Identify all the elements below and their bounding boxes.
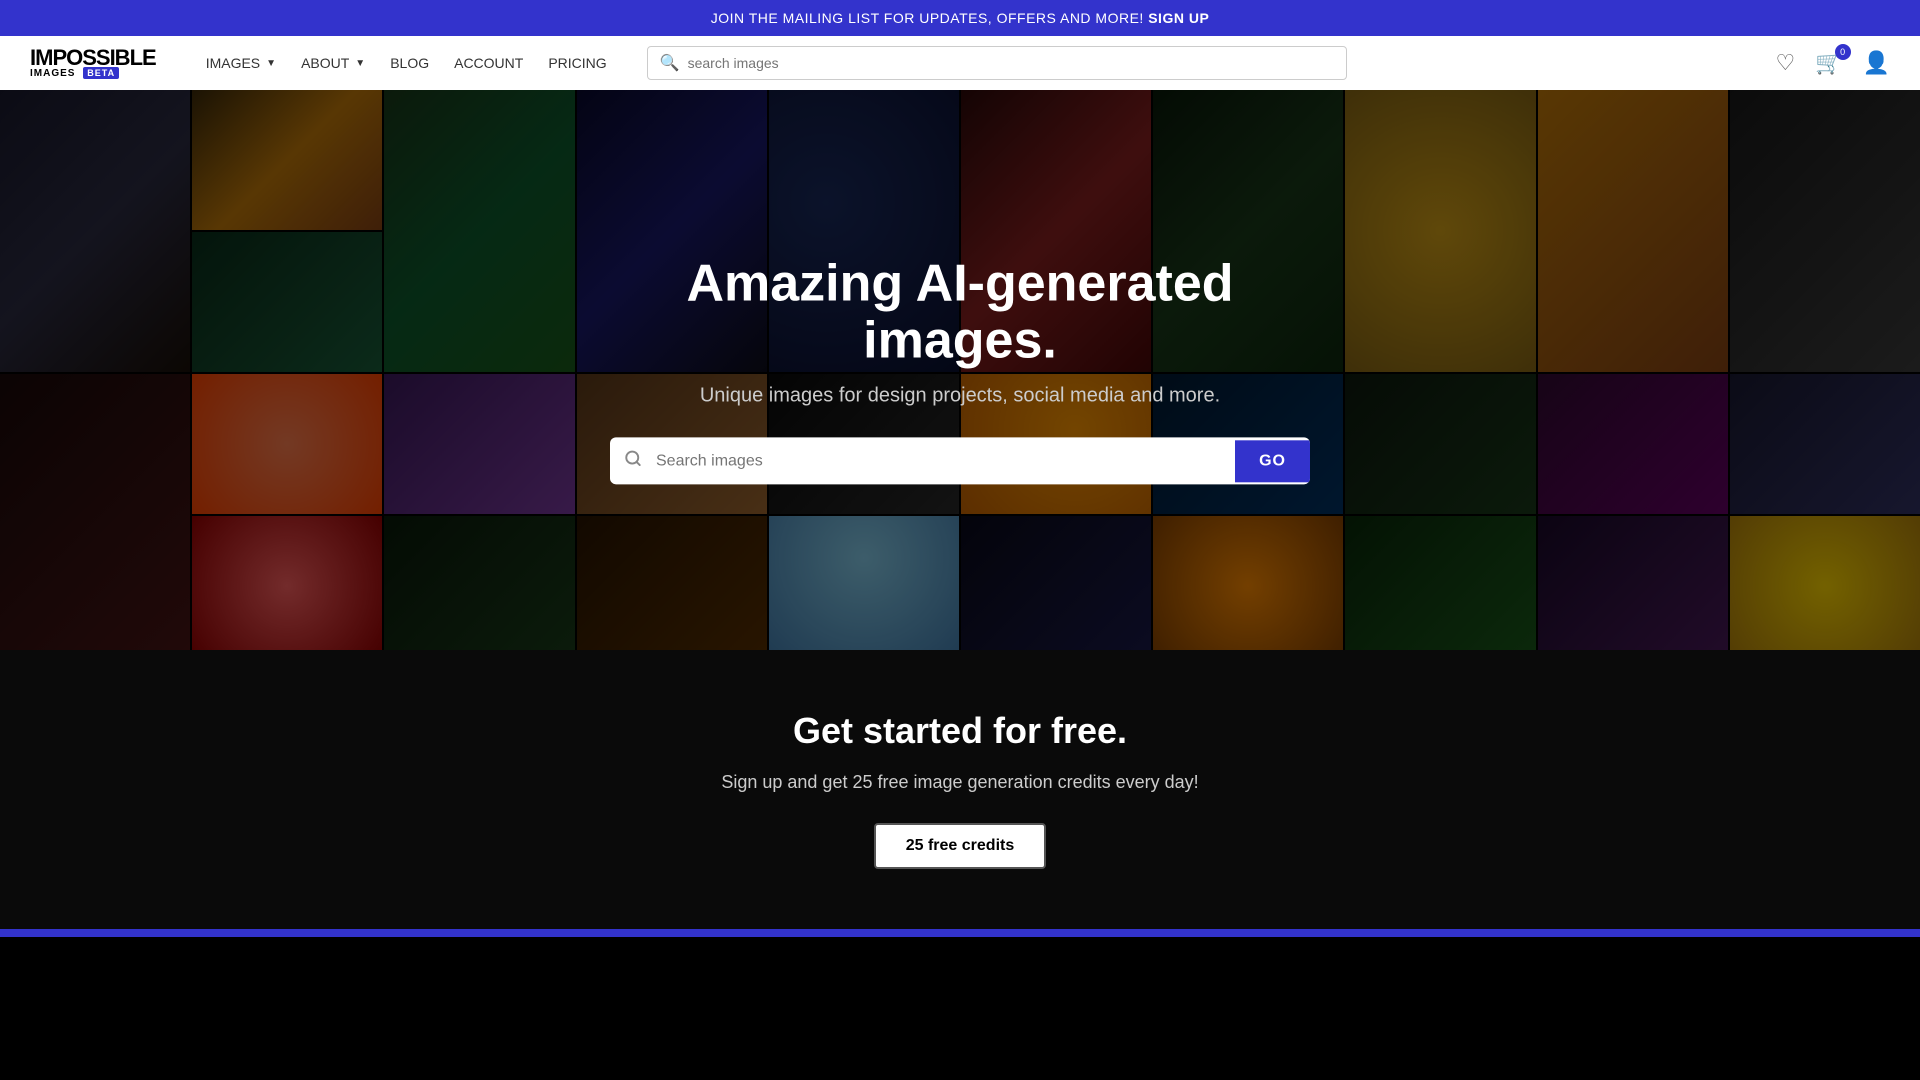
credits-button[interactable]: 25 free credits [874, 823, 1047, 869]
hero-search-input[interactable] [656, 440, 1235, 482]
top-banner: JOIN THE MAILING LIST FOR UPDATES, OFFER… [0, 0, 1920, 36]
navbar: IMPOSSIBLE IMAGES BETA IMAGES ▼ ABOUT ▼ … [0, 36, 1920, 90]
bottom-title: Get started for free. [20, 710, 1900, 752]
hero-search-bar: GO [610, 438, 1310, 485]
bottom-accent-bar [0, 929, 1920, 937]
nav-links: IMAGES ▼ ABOUT ▼ BLOG ACCOUNT PRICING [206, 55, 607, 71]
hero-title: Amazing AI-generated images. [610, 255, 1310, 369]
chevron-down-icon: ▼ [266, 58, 276, 69]
nav-search-input[interactable] [688, 55, 1334, 71]
cart-badge: 0 [1835, 44, 1851, 60]
hero-subtitle: Unique images for design projects, socia… [610, 385, 1310, 408]
nav-item-pricing[interactable]: PRICING [548, 55, 606, 71]
logo-top: IMPOSSIBLE [30, 47, 156, 69]
cart-icon[interactable]: 🛒 0 [1815, 50, 1842, 76]
nav-search-container: 🔍 [647, 46, 1347, 80]
nav-item-blog[interactable]: BLOG [390, 55, 429, 71]
logo-bottom: IMAGES BETA [30, 69, 156, 79]
nav-item-account[interactable]: ACCOUNT [454, 55, 523, 71]
logo-beta-badge: BETA [83, 67, 119, 79]
hero-section: Amazing AI-generated images. Unique imag… [0, 90, 1920, 650]
banner-text: JOIN THE MAILING LIST FOR UPDATES, OFFER… [711, 10, 1144, 26]
nav-item-images[interactable]: IMAGES ▼ [206, 55, 276, 71]
hero-content: Amazing AI-generated images. Unique imag… [610, 255, 1310, 484]
search-icon [610, 438, 656, 485]
nav-item-about[interactable]: ABOUT ▼ [301, 55, 365, 71]
bottom-section: Get started for free. Sign up and get 25… [0, 650, 1920, 929]
search-icon: 🔍 [660, 53, 680, 73]
hero-search-button[interactable]: GO [1235, 440, 1310, 482]
user-icon[interactable]: 👤 [1863, 50, 1890, 76]
chevron-down-icon: ▼ [355, 58, 365, 69]
logo[interactable]: IMPOSSIBLE IMAGES BETA [30, 47, 156, 79]
nav-icons: ♡ 🛒 0 👤 [1775, 50, 1890, 76]
banner-signup-link[interactable]: SIGN UP [1148, 10, 1209, 26]
bottom-subtitle: Sign up and get 25 free image generation… [20, 772, 1900, 793]
wishlist-icon[interactable]: ♡ [1775, 50, 1795, 76]
